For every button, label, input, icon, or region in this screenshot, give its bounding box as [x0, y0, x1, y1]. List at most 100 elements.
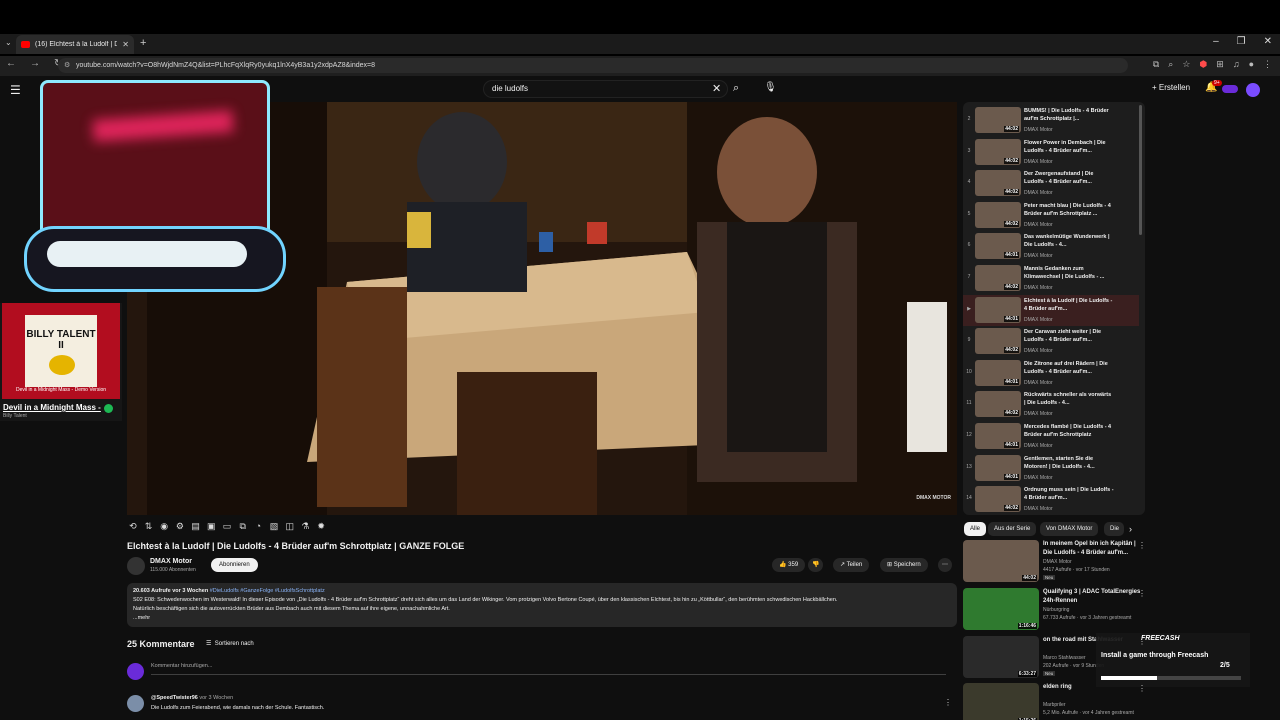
recommendation-thumbnail[interactable]: 6:33:27 — [963, 636, 1039, 678]
pip-icon[interactable]: ⧉ — [237, 520, 249, 532]
playlist-thumbnail[interactable]: 44:02 — [975, 486, 1021, 513]
theater-icon[interactable]: ▭ — [221, 520, 233, 532]
playlist-item[interactable]: 10 44:01 Die Zitrone auf drei Rädern | Die… — [963, 358, 1139, 390]
extensions-puzzle-icon[interactable]: ⊞ — [1216, 59, 1224, 70]
playlist-scrollbar[interactable] — [1139, 105, 1142, 235]
clear-search-icon[interactable]: ✕ — [712, 82, 721, 95]
chip-die[interactable]: Die — [1104, 522, 1124, 536]
new-tab-button[interactable]: + — [140, 37, 146, 49]
playlist-item-title[interactable]: Flower Power in Dembach | Die Ludolfs - … — [1024, 139, 1114, 155]
forward-icon[interactable]: → — [30, 58, 40, 69]
chip-from-channel[interactable]: Von DMAX Motor — [1040, 522, 1099, 536]
comment-menu-icon[interactable]: ⋮ — [944, 698, 952, 707]
media-controls-icon[interactable]: ♫ — [1233, 59, 1240, 70]
audio-icon[interactable]: ◉ — [158, 520, 170, 532]
playlist-item[interactable]: 3 44:02 Flower Power in Dembach | Die Ludo… — [963, 137, 1139, 169]
playlist-item[interactable]: 5 44:02 Peter macht blau | Die Ludolfs - 4… — [963, 200, 1139, 232]
recommendation-menu-icon[interactable]: ⋮ — [1138, 589, 1146, 598]
playlist-item-title[interactable]: Gentlemen, starten Sie die Motoren! | Di… — [1024, 455, 1114, 471]
site-info-icon[interactable]: ⚙ — [64, 58, 70, 73]
show-more-link[interactable]: ...mehr — [133, 614, 951, 623]
playlist-item[interactable]: 4 44:02 Der Zwergenaufstand | Die Ludolfs … — [963, 168, 1139, 200]
recommendation-menu-icon[interactable]: ⋮ — [1138, 637, 1146, 646]
recommendation-title[interactable]: In meinem Opel bin ich Kapitän | Die Lud… — [1043, 540, 1141, 557]
playlist-thumbnail[interactable]: 44:02 — [975, 391, 1021, 418]
extension-icon[interactable]: ⬢ — [1199, 59, 1207, 70]
playlist-thumbnail[interactable]: 44:01 — [975, 233, 1021, 260]
cast-icon[interactable]: ▧ — [268, 520, 280, 532]
channel-name[interactable]: DMAX Motor — [150, 558, 192, 565]
comment-author[interactable]: @SpeedTwister96 vor 3 Wochen — [151, 695, 233, 701]
playlist-thumbnail[interactable]: 44:02 — [975, 170, 1021, 197]
recommendation-channel[interactable]: DMAX Motor — [1043, 559, 1072, 565]
recommendation-thumbnail[interactable]: 44:02 — [963, 540, 1039, 582]
recommendation-thumbnail[interactable]: 1:16:46 — [963, 588, 1039, 630]
playlist-item-title[interactable]: Rückwärts schneller als vorwärts | Die L… — [1024, 391, 1114, 407]
zoom-icon[interactable]: ⌕ — [1168, 59, 1173, 70]
search-icon[interactable]: ⌕ — [733, 82, 739, 95]
chevron-right-icon[interactable]: › — [1129, 524, 1132, 534]
playlist-item[interactable]: 2 44:02 BUMMS! | Die Ludolfs - 4 Brüder au… — [963, 105, 1139, 137]
playlist-thumbnail[interactable]: 44:01 — [975, 454, 1021, 481]
comment-input[interactable]: Kommentar hinzufügen... — [151, 663, 946, 675]
playlist-item-title[interactable]: Mannis Gedanken zum Klimawechsel | Die L… — [1024, 265, 1114, 281]
bookmark-star-icon[interactable]: ☆ — [1182, 59, 1190, 70]
minimize-icon[interactable]: – — [1213, 36, 1219, 47]
playlist-item-title[interactable]: Die Zitrone auf drei Rädern | Die Ludolf… — [1024, 360, 1114, 376]
playlist-thumbnail[interactable]: 44:01 — [975, 359, 1021, 386]
playlist-item[interactable]: 13 44:01 Gentlemen, starten Sie die Motore… — [963, 453, 1139, 485]
description-box[interactable]: 20.603 Aufrufe vor 3 Wochen #DieLudolfs … — [127, 583, 957, 627]
recommendation-channel[interactable]: Marbpriler — [1043, 702, 1066, 708]
playlist-thumbnail[interactable]: 44:02 — [975, 265, 1021, 291]
playlist-thumbnail[interactable]: 44:02 — [975, 201, 1021, 228]
profile-icon[interactable]: ● — [1249, 59, 1254, 70]
recommendation-menu-icon[interactable]: ⋮ — [1138, 541, 1146, 550]
playlist-item[interactable]: 9 44:02 Der Caravan zieht weiter | Die Lud… — [963, 326, 1139, 358]
screenshot-icon[interactable]: ◫ — [284, 520, 296, 532]
recommendation-channel[interactable]: Marco Stahlwasser — [1043, 655, 1086, 661]
dislike-button[interactable]: 👎 — [808, 558, 824, 572]
speed-icon[interactable]: ◔ — [253, 520, 265, 532]
maximize-icon[interactable]: ❐ — [1237, 36, 1246, 47]
sort-comments-button[interactable]: ☰ Sortieren nach — [206, 640, 254, 647]
channel-avatar[interactable] — [127, 557, 145, 575]
playlist-item[interactable]: 11 44:02 Rückwärts schneller als vorwärts … — [963, 389, 1139, 421]
loop-icon[interactable]: ⟲ — [127, 520, 139, 532]
subscribe-button[interactable]: Abonnieren — [211, 558, 258, 572]
share-button[interactable]: ↗ Teilen — [833, 558, 870, 572]
close-window-icon[interactable]: ✕ — [1264, 36, 1272, 47]
install-app-icon[interactable]: ⧉ — [1153, 59, 1159, 70]
recommendation-item[interactable]: 44:02 In meinem Opel bin ich Kapitän | Di… — [963, 540, 1143, 586]
playlist-thumbnail[interactable]: 44:01 — [975, 296, 1021, 323]
guide-menu-icon[interactable]: ☰ — [10, 83, 21, 97]
playlist-item-title[interactable]: Ordnung muss sein | Die Ludolfs - 4 Brüd… — [1024, 486, 1114, 502]
url-field[interactable]: ⚙ youtube.com/watch?v=O8hWjdNmZ4Q&list=P… — [58, 58, 1128, 73]
playlist-item[interactable]: 12 44:01 Mercedes flambé | Die Ludolfs - 4… — [963, 421, 1139, 453]
account-avatar[interactable] — [1246, 83, 1260, 97]
chip-from-series[interactable]: Aus der Serie — [988, 522, 1037, 536]
save-button[interactable]: ⊞ Speichern — [880, 558, 928, 572]
create-button[interactable]: + Erstellen — [1152, 83, 1190, 92]
playlist-item-title[interactable]: Mercedes flambé | Die Ludolfs - 4 Brüder… — [1024, 423, 1114, 439]
miniplayer-icon[interactable]: ▣ — [205, 520, 217, 532]
playlist-item[interactable]: 6 44:01 Das wankelmütige Wunderwerk | Die … — [963, 231, 1139, 263]
more-actions-button[interactable]: ⋯ — [938, 558, 952, 572]
playlist-thumbnail[interactable]: 44:02 — [975, 138, 1021, 165]
tab-search-icon[interactable]: ⌄ — [5, 38, 12, 47]
sort-icon[interactable]: ⇅ — [143, 520, 155, 532]
playlist-item-title[interactable]: Der Caravan zieht weiter | Die Ludolfs -… — [1024, 328, 1114, 344]
track-title[interactable]: Devil in a Midnight Mass - — [3, 403, 101, 412]
search-input[interactable]: die ludolfs — [483, 80, 728, 98]
experiment-icon[interactable]: ⚗ — [300, 520, 312, 532]
hashtags[interactable]: #DieLudolfs #GanzeFolge #LudolfsSchrottp… — [210, 588, 325, 594]
playlist-thumbnail[interactable]: 44:02 — [975, 107, 1021, 133]
tab-close-icon[interactable]: ✕ — [122, 40, 129, 49]
playlist-thumbnail[interactable]: 44:02 — [975, 328, 1021, 355]
browser-menu-icon[interactable]: ⋮ — [1263, 59, 1272, 70]
playlist-item-title[interactable]: Der Zwergenaufstand | Die Ludolfs - 4 Br… — [1024, 170, 1114, 186]
options-icon[interactable]: ✹ — [315, 520, 327, 532]
voice-search-icon[interactable]: 🎙 — [764, 82, 777, 93]
recommendation-channel[interactable]: Nürburgring — [1043, 607, 1069, 613]
recommendation-item[interactable]: 1:15:26elden ringMarbpriler5,2 Mio. Aufr… — [963, 683, 1143, 720]
playlist-item[interactable]: 14 44:02 Ordnung muss sein | Die Ludolfs -… — [963, 484, 1139, 515]
